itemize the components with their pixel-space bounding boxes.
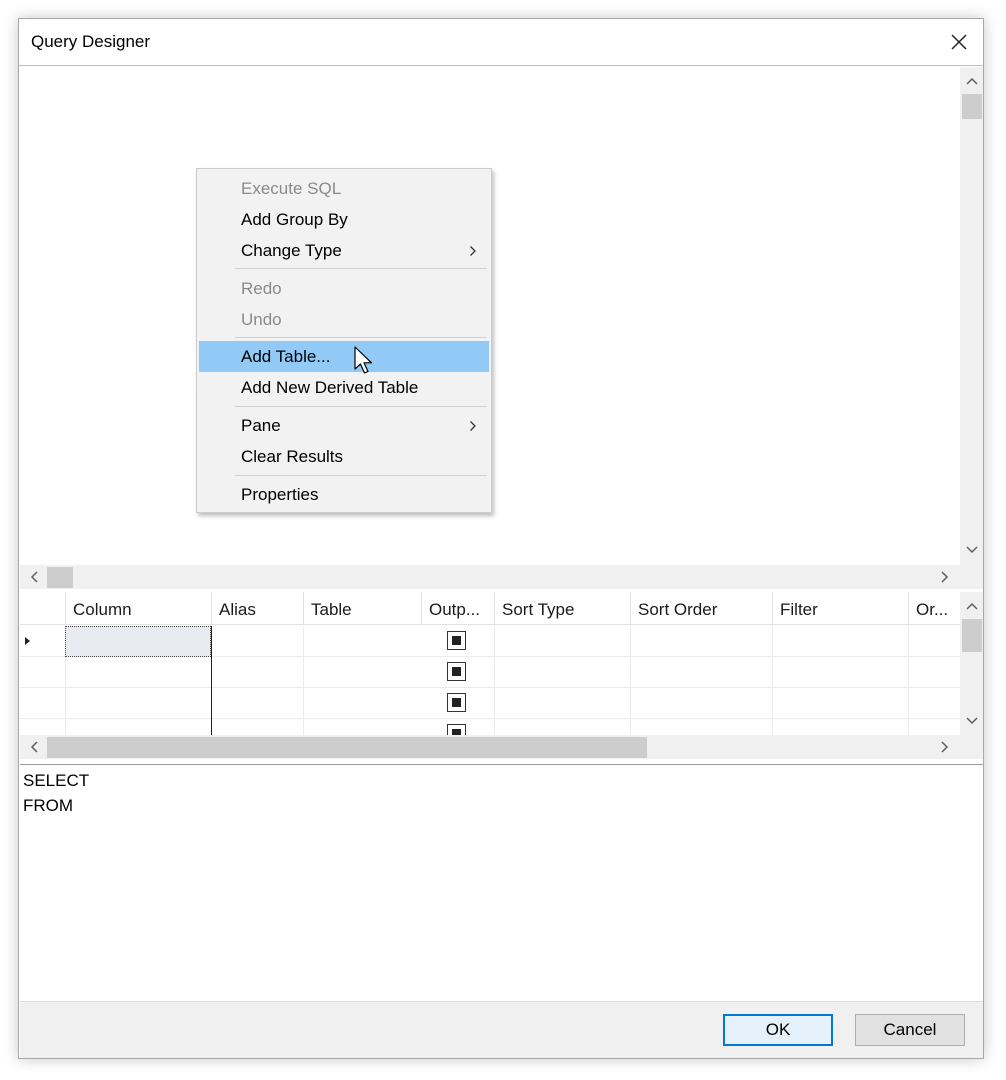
table-row[interactable] — [20, 688, 960, 719]
table-row[interactable] — [20, 657, 960, 688]
chevron-right-icon — [941, 571, 949, 583]
column-header-output[interactable]: Outp... — [421, 592, 494, 625]
menu-separator — [235, 475, 487, 476]
menu-item-add-table[interactable]: Add Table... — [199, 341, 489, 372]
diagram-pane[interactable] — [20, 67, 983, 589]
query-designer-dialog: Query Designer Column Alias Table Outp..… — [18, 18, 984, 1059]
window-title: Query Designer — [31, 32, 151, 51]
grid-vertical-scrollbar[interactable] — [960, 592, 983, 735]
scroll-left-arrow[interactable] — [23, 566, 45, 588]
column-header-filter[interactable]: Filter — [772, 592, 908, 625]
close-icon — [951, 34, 967, 50]
diagram-vertical-scrollbar[interactable] — [960, 67, 983, 565]
chevron-right-icon — [470, 245, 476, 256]
output-checkbox[interactable] — [447, 662, 466, 681]
output-checkbox[interactable] — [447, 693, 466, 712]
column-header-column[interactable]: Column — [65, 592, 211, 625]
scroll-down-arrow[interactable] — [961, 710, 983, 732]
diagram-horizontal-scrollbar[interactable] — [20, 565, 960, 589]
sql-line-from: FROM — [23, 796, 74, 815]
grid-cell-column[interactable] — [65, 626, 211, 657]
chevron-right-icon — [941, 741, 949, 753]
chevron-right-icon — [470, 420, 476, 431]
scroll-up-arrow[interactable] — [961, 70, 983, 92]
title-bar: Query Designer — [19, 19, 983, 66]
menu-item-pane[interactable]: Pane — [199, 410, 489, 441]
menu-item-change-type[interactable]: Change Type — [199, 235, 489, 266]
column-header-sort-type[interactable]: Sort Type — [494, 592, 630, 625]
column-divider — [211, 626, 212, 735]
output-checkbox[interactable] — [447, 631, 466, 650]
menu-item-add-group-by[interactable]: Add Group By — [199, 204, 489, 235]
menu-item-add-new-derived-table[interactable]: Add New Derived Table — [199, 372, 489, 403]
scroll-left-arrow[interactable] — [23, 736, 45, 758]
scrollbar-corner — [960, 565, 983, 589]
column-header-or[interactable]: Or... — [908, 592, 960, 625]
sql-pane[interactable]: SELECT FROM — [20, 767, 983, 1002]
column-header-table[interactable]: Table — [303, 592, 421, 625]
scroll-up-arrow[interactable] — [961, 595, 983, 617]
scroll-right-arrow[interactable] — [934, 566, 956, 588]
table-row[interactable] — [20, 719, 960, 735]
menu-item-properties[interactable]: Properties — [199, 479, 489, 510]
menu-separator — [235, 406, 487, 407]
chevron-left-icon — [30, 741, 38, 753]
menu-item-redo: Redo — [241, 279, 282, 298]
scroll-right-arrow[interactable] — [934, 736, 956, 758]
row-indicator-icon — [25, 637, 30, 645]
ok-button[interactable]: OK — [723, 1014, 833, 1046]
grid-horizontal-scrollbar[interactable] — [20, 735, 960, 759]
criteria-grid-pane[interactable]: Column Alias Table Outp... Sort Type Sor… — [20, 592, 983, 765]
output-checkbox[interactable] — [447, 724, 466, 735]
scrollbar-corner — [960, 735, 983, 759]
diagram-vertical-thumb[interactable] — [962, 94, 982, 119]
dialog-footer: OK Cancel — [20, 1002, 983, 1058]
context-menu: Execute SQL Add Group By Change Type Red… — [196, 168, 492, 513]
column-header-alias[interactable]: Alias — [211, 592, 303, 625]
menu-item-undo: Undo — [241, 310, 282, 329]
chevron-down-icon — [966, 546, 978, 554]
chevron-up-icon — [966, 602, 978, 610]
scroll-down-arrow[interactable] — [961, 539, 983, 561]
menu-separator — [235, 268, 487, 269]
menu-item-clear-results[interactable]: Clear Results — [199, 441, 489, 472]
grid-horizontal-thumb[interactable] — [47, 737, 647, 758]
chevron-down-icon — [966, 717, 978, 725]
column-header-sort-order[interactable]: Sort Order — [630, 592, 772, 625]
grid-header-row: Column Alias Table Outp... Sort Type Sor… — [20, 592, 960, 625]
chevron-left-icon — [30, 571, 38, 583]
table-row[interactable] — [20, 626, 960, 657]
cancel-button[interactable]: Cancel — [855, 1014, 965, 1046]
sql-line-select: SELECT — [23, 771, 90, 790]
close-button[interactable] — [947, 30, 971, 54]
menu-item-execute-sql: Execute SQL — [241, 179, 342, 198]
menu-separator — [235, 337, 487, 338]
chevron-up-icon — [966, 77, 978, 85]
grid-vertical-thumb[interactable] — [962, 619, 982, 652]
diagram-horizontal-thumb[interactable] — [47, 567, 73, 588]
